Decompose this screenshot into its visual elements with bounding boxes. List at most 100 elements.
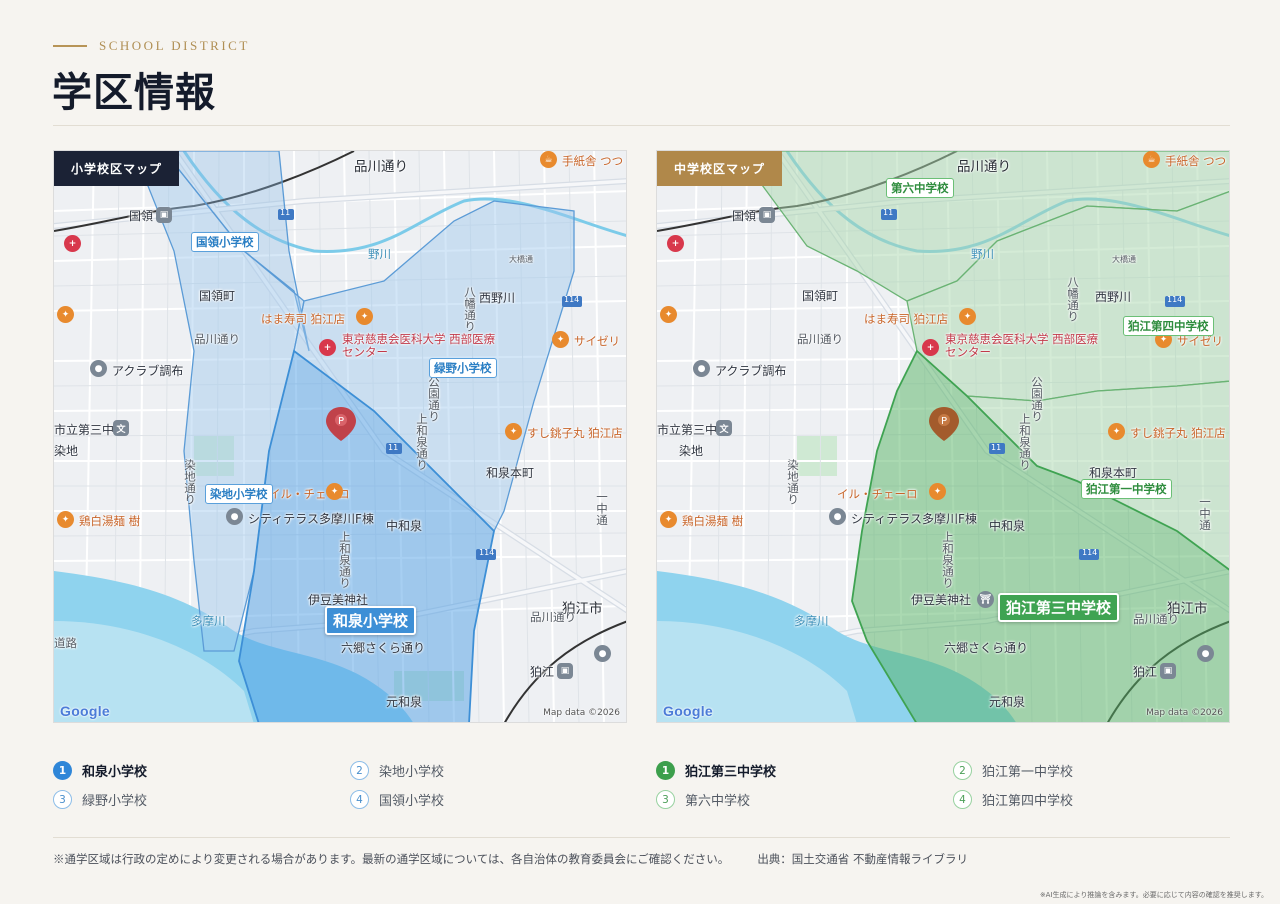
road-label-shinagawa-2-r: 品川通り xyxy=(797,332,843,346)
road-label-shinagawa-r: 品川通り xyxy=(957,159,1011,175)
place-pin-icon: ● xyxy=(90,360,107,377)
restaurant-icon-3-r: ✦ xyxy=(660,306,677,323)
map-copyright-r: Map data ©2026 xyxy=(1146,708,1223,718)
legend-item-elementary-1[interactable]: 1 和泉小学校 xyxy=(53,760,350,781)
road-label-rokugo-sakura-r: 六郷さくら通り xyxy=(944,641,1029,655)
legend-number: 3 xyxy=(53,790,72,809)
road-label-road: 道路 xyxy=(54,636,77,650)
legend-number: 3 xyxy=(656,790,675,809)
road-label-shinagawa-3: 品川通り xyxy=(530,610,576,624)
area-label-someji: 染地 xyxy=(54,444,79,458)
poi-tegamisha-r: 手紙舎 つつ xyxy=(1165,154,1227,168)
hospital-icon: + xyxy=(319,339,336,356)
route-shield-114-b-r: 114 xyxy=(1082,548,1098,557)
elementary-map-badge: 小学校区マップ xyxy=(54,151,180,186)
google-logo-r: Google xyxy=(663,703,714,719)
area-label-someji-r: 染地 xyxy=(679,444,704,458)
road-label-rokugo-sakura: 六郷さくら通り xyxy=(341,641,426,655)
poi-toriyu: 鶏白湯麺 樹 xyxy=(79,514,141,528)
school-tag-kunryo[interactable]: 国領小学校 xyxy=(191,232,259,252)
poi-shiritsu3: 市立第三中 xyxy=(54,423,115,437)
svg-text:P: P xyxy=(338,416,344,427)
area-label-nakaizumi: 中和泉 xyxy=(386,519,423,533)
junior-high-district-map[interactable]: P 中学校区マップ 品川通り ☕ 手紙舎 つつ 国領 ▣ 11 + 野川 大橋通… xyxy=(656,150,1230,723)
route-shield-11: 11 xyxy=(280,208,291,217)
restaurant-icon-r: ✦ xyxy=(959,308,976,325)
divider-bottom xyxy=(53,837,1230,838)
station-komae: 狛江 xyxy=(530,665,555,679)
legend-label: 染地小学校 xyxy=(379,765,445,780)
area-label-nishinogawa-r: 西野川 xyxy=(1095,290,1132,304)
divider-top xyxy=(53,125,1230,126)
road-label-ohashi-r: 大橋通 xyxy=(1112,255,1136,264)
place-pin-icon-3-r: ● xyxy=(1197,645,1214,662)
hospital-icon-r: + xyxy=(922,339,939,356)
legend-label: 狛江第三中学校 xyxy=(685,765,777,780)
river-label-nogawa: 野川 xyxy=(368,247,391,261)
legend-item-junior-2[interactable]: 2 狛江第一中学校 xyxy=(953,760,1230,781)
footnote-text: ※通学区域は行政の定めにより変更される場合があります。最新の通学区域については、… xyxy=(53,852,730,866)
legend-item-elementary-3[interactable]: 3 緑野小学校 xyxy=(53,789,350,810)
ai-disclaimer: ※AI生成により推論を含みます。必要に応じて内容の確認を推奨します。 xyxy=(1039,891,1268,899)
footnote: ※通学区域は行政の定めにより変更される場合があります。最新の通学区域については、… xyxy=(53,851,968,867)
area-label-kokuryo-town: 国領町 xyxy=(199,289,236,303)
school-tag-no4[interactable]: 狛江第四中学校 xyxy=(1123,316,1214,336)
place-pin-icon-2-r: ● xyxy=(829,508,846,525)
road-label-shinagawa: 品川通り xyxy=(354,159,408,175)
legend-item-elementary-4[interactable]: 4 国領小学校 xyxy=(350,789,627,810)
poi-sushi-choshimaru: すし銚子丸 狛江店 xyxy=(527,426,623,440)
poi-sushi-choshimaru-r: すし銚子丸 狛江店 xyxy=(1130,426,1226,440)
page-title: 学区情報 xyxy=(52,69,216,116)
poi-toriyu-r: 鶏白湯麺 樹 xyxy=(682,514,744,528)
elementary-district-map[interactable]: P 小学校区マップ 品川通り ☕ 手紙舎 つつ 国領 ▣ 11 + 野川 大橋通… xyxy=(53,150,627,723)
road-label-ohashi: 大橋通 xyxy=(509,255,533,264)
school-tag-no1[interactable]: 狛江第一中学校 xyxy=(1081,479,1172,499)
road-label-kamiizumi: 上和泉通り xyxy=(415,413,429,471)
area-label-izumi-honcho: 和泉本町 xyxy=(486,466,535,480)
legend-number: 4 xyxy=(350,790,369,809)
train-icon: ▣ xyxy=(156,207,172,223)
school-tag-main-komae3[interactable]: 狛江第三中学校 xyxy=(998,593,1120,622)
school-tag-no6[interactable]: 第六中学校 xyxy=(886,178,954,198)
route-shield-11-r: 11 xyxy=(883,208,894,217)
poi-hamazushi: はま寿司 狛江店 xyxy=(261,312,346,326)
poi-hospital: 東京慈恵会医科大学 西部医療センター xyxy=(342,332,496,359)
school-tag-main-izumi[interactable]: 和泉小学校 xyxy=(325,606,417,635)
school-tag-someji[interactable]: 染地小学校 xyxy=(205,484,273,504)
google-logo: Google xyxy=(60,703,111,719)
school-tag-midorino[interactable]: 緑野小学校 xyxy=(429,358,497,378)
river-label-nogawa-r: 野川 xyxy=(971,247,994,261)
legend-number: 1 xyxy=(656,761,675,780)
legend-number: 1 xyxy=(53,761,72,780)
legend-item-elementary-2[interactable]: 2 染地小学校 xyxy=(350,760,627,781)
legend-item-junior-3[interactable]: 3 第六中学校 xyxy=(656,789,953,810)
area-label-nakaizumi-r: 中和泉 xyxy=(989,519,1026,533)
legend-number: 2 xyxy=(350,761,369,780)
legend-item-junior-4[interactable]: 4 狛江第四中学校 xyxy=(953,789,1230,810)
place-pin-icon-3: ● xyxy=(594,645,611,662)
place-pin-icon-r: ● xyxy=(693,360,710,377)
poi-acrab-r: アクラブ調布 xyxy=(715,364,787,378)
school-icon-r: 文 xyxy=(716,420,732,436)
legend-label: 狛江第一中学校 xyxy=(982,765,1074,780)
legend-number: 4 xyxy=(953,790,972,809)
poi-hamazushi-r: はま寿司 狛江店 xyxy=(864,312,949,326)
restaurant-icon-5-r: ✦ xyxy=(929,483,946,500)
legend-item-junior-1[interactable]: 1 狛江第三中学校 xyxy=(656,760,953,781)
road-label-kamiizumi-2: 上和泉通り xyxy=(338,531,352,589)
road-label-kamiizumi-2-r: 上和泉通り xyxy=(941,531,955,589)
poi-tegamisha: 手紙舎 つつ xyxy=(562,154,624,168)
area-label-moto-izumi: 元和泉 xyxy=(386,695,423,709)
eyebrow-line xyxy=(53,45,87,47)
route-shield-114-r: 114 xyxy=(1167,295,1183,304)
train-icon-r: ▣ xyxy=(759,207,775,223)
road-label-ichinaka: 一中通 xyxy=(595,491,609,526)
road-label-hachiman-r: 八幡通り xyxy=(1066,276,1080,322)
cafe-icon-r: ☕ xyxy=(1143,151,1160,168)
place-pin-icon-2: ● xyxy=(226,508,243,525)
road-label-shinagawa-3-r: 品川通り xyxy=(1133,612,1179,626)
poi-shiritsu3-r: 市立第三中 xyxy=(657,423,718,437)
legend-label: 和泉小学校 xyxy=(82,765,148,780)
river-label-tamagawa: 多摩川 xyxy=(191,614,226,628)
eyebrow-text: SCHOOL DISTRICT xyxy=(99,38,250,53)
